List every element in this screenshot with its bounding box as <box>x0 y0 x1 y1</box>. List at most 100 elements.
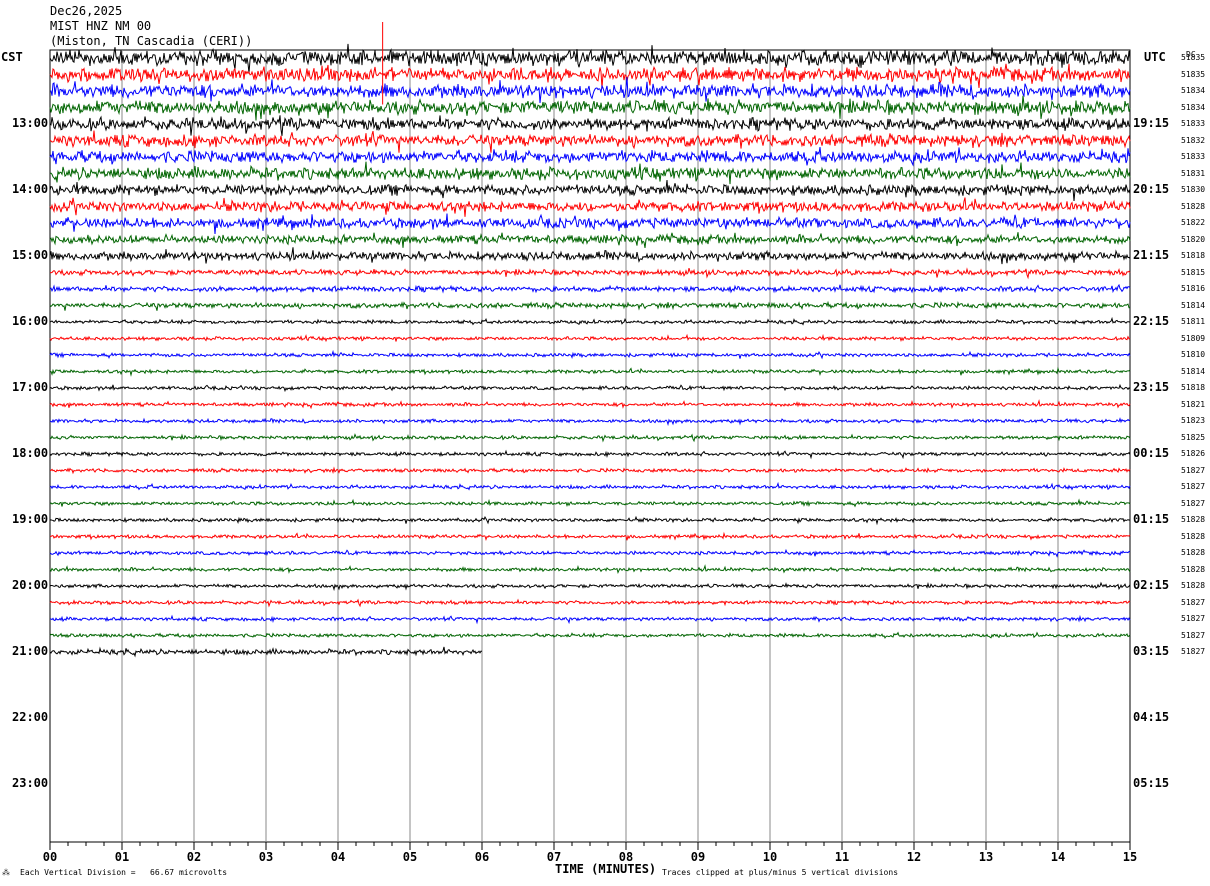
utc-hour-label: 20:15 <box>1133 182 1170 196</box>
dc-offset-label: 51834 <box>1181 102 1206 112</box>
x-tick-label: 13 <box>978 850 994 864</box>
seismic-trace <box>49 531 1131 541</box>
seismogram-plot <box>49 22 1131 850</box>
dc-offset-label: 51820 <box>1181 234 1206 244</box>
x-tick-label: 05 <box>402 850 418 864</box>
dc-offset-label: 51818 <box>1181 383 1206 392</box>
seismic-trace <box>49 466 1131 475</box>
dc-offset-label: 51827 <box>1181 647 1206 656</box>
dc-offset-label: 51835 <box>1181 53 1206 62</box>
seismic-trace <box>49 399 1131 410</box>
x-tick-label: 11 <box>834 850 850 864</box>
dc-offset-label: 51823 <box>1181 416 1206 425</box>
seismic-trace <box>49 197 1131 217</box>
cst-hour-label: 16:00 <box>12 314 49 328</box>
utc-hour-label: 04:15 <box>1133 710 1170 724</box>
dc-offset-label: 51810 <box>1181 350 1206 359</box>
seismic-trace <box>49 300 1130 311</box>
x-tick-label: 10 <box>762 850 778 864</box>
dc-offset-label: 51833 <box>1181 119 1206 128</box>
dc-offset-label: 51834 <box>1181 86 1206 95</box>
dc-offset-label: 51815 <box>1181 267 1206 277</box>
seismic-trace <box>49 433 1131 443</box>
seismic-trace <box>49 63 1131 89</box>
dc-offset-label: 51814 <box>1181 366 1206 376</box>
footer-scale-icon: ⁂ <box>2 868 10 877</box>
seismic-trace <box>49 349 1131 360</box>
dc-offset-label: 51827 <box>1181 465 1206 475</box>
dc-offset-label: 51821 <box>1181 399 1206 409</box>
plot-frame <box>49 49 1131 843</box>
seismic-trace <box>49 366 1131 377</box>
seismic-trace <box>49 631 1131 639</box>
dc-offset-label: 51816 <box>1181 284 1206 293</box>
seismic-trace <box>49 161 1131 185</box>
seismic-trace <box>49 598 1131 608</box>
utc-hour-label: 03:15 <box>1133 644 1170 658</box>
cst-hour-label: 23:00 <box>12 776 49 790</box>
seismic-trace <box>49 481 1131 491</box>
seismic-trace <box>49 213 1131 235</box>
dc-offset-label: 51811 <box>1181 317 1206 326</box>
utc-hour-label: 02:15 <box>1133 578 1170 592</box>
cst-hour-label: 22:00 <box>12 710 49 724</box>
dc-offset-label: 51828 <box>1181 515 1206 524</box>
seismic-trace <box>49 115 1131 136</box>
dc-offset-label: 51818 <box>1181 251 1206 260</box>
utc-hour-label: 01:15 <box>1133 512 1170 526</box>
utc-hour-label: 23:15 <box>1133 380 1170 394</box>
dc-offset-label: 51828 <box>1181 564 1206 574</box>
seismic-trace <box>49 247 1131 265</box>
x-tick-label: 04 <box>330 850 346 864</box>
dc-offset-label: 51827 <box>1181 482 1206 491</box>
x-tick-label: 15 <box>1122 850 1138 864</box>
cst-hour-label: 13:00 <box>12 116 49 130</box>
dc-offset-label: 51833 <box>1181 152 1206 161</box>
seismic-trace <box>49 333 1131 343</box>
utc-hour-label: 00:15 <box>1133 446 1170 460</box>
dc-offset-label: 51826 <box>1181 449 1206 458</box>
seismic-trace <box>50 77 1131 104</box>
dc-offset-label: 51827 <box>1181 498 1206 508</box>
dc-offset-label: 51830 <box>1181 185 1206 194</box>
footer-clip: Traces clipped at plus/minus 5 vertical … <box>662 868 899 877</box>
x-tick-label: 14 <box>1050 850 1066 864</box>
seismic-trace <box>49 130 1131 153</box>
x-tick-label: 02 <box>186 850 202 864</box>
dc-offset-label: 51827 <box>1181 630 1206 640</box>
dc-offset-label: 51828 <box>1181 201 1206 211</box>
seismic-trace <box>49 581 1131 592</box>
cst-hour-label: 21:00 <box>12 644 49 658</box>
x-axis-label: TIME (MINUTES) <box>555 862 657 876</box>
seismic-trace <box>49 316 1131 326</box>
seismic-trace <box>49 498 1131 508</box>
dc-offset-label: 51822 <box>1181 218 1206 227</box>
seismic-trace <box>49 515 1131 526</box>
cst-hour-label: 17:00 <box>12 380 49 394</box>
cst-hour-label: 14:00 <box>12 182 49 196</box>
utc-hour-label: 19:15 <box>1133 116 1170 130</box>
dc-offset-label: 51827 <box>1181 597 1206 607</box>
dc-offset-label: 51831 <box>1181 168 1206 178</box>
x-tick-label: 00 <box>42 850 58 864</box>
seismic-trace <box>49 383 1131 393</box>
cst-hour-label: 15:00 <box>12 248 49 262</box>
seismic-trace <box>49 232 1131 248</box>
seismic-trace <box>49 564 1131 575</box>
seismic-trace <box>50 614 1131 625</box>
footer-scale: Each Vertical Division = 66.67 microvolt… <box>20 868 228 877</box>
x-tick-label: 06 <box>474 850 490 864</box>
dc-offset-label: 51827 <box>1181 614 1206 623</box>
utc-hour-label: 21:15 <box>1133 248 1170 262</box>
seismic-trace <box>49 43 1131 73</box>
seismic-trace <box>49 283 1131 294</box>
utc-hour-label: 22:15 <box>1133 314 1170 328</box>
seismic-trace <box>49 179 1131 201</box>
x-tick-label: 12 <box>906 850 922 864</box>
seismic-trace <box>49 147 1131 167</box>
dc-offset-label: 51835 <box>1181 69 1206 79</box>
seismic-trace <box>49 417 1131 427</box>
seismic-trace <box>49 449 1131 460</box>
x-tick-label: 09 <box>690 850 706 864</box>
dc-offset-label: 51814 <box>1181 300 1206 310</box>
